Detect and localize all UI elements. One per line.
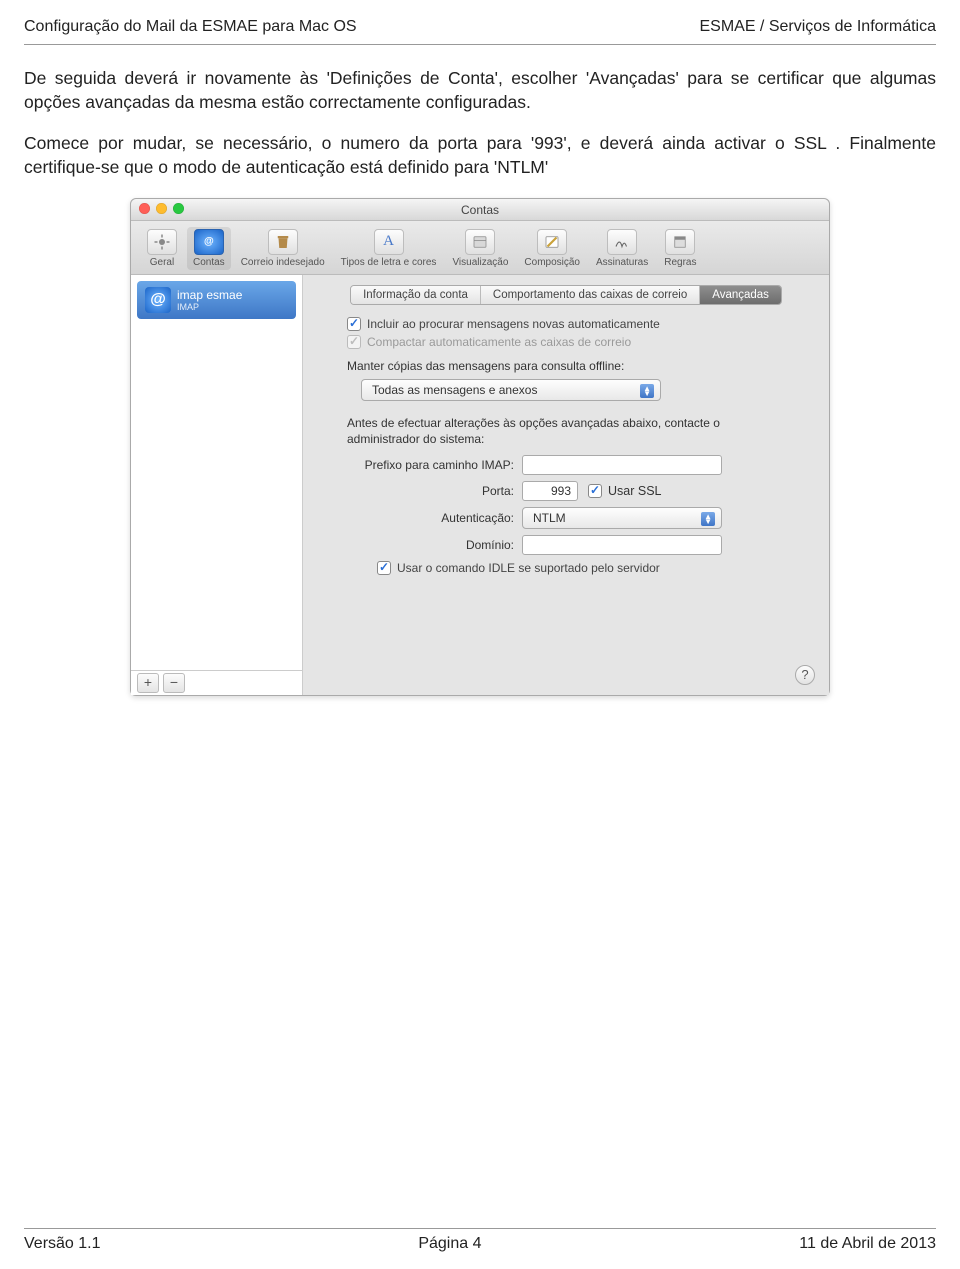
- gear-icon: [147, 229, 177, 255]
- accounts-sidebar: @ imap esmae IMAP + −: [131, 275, 303, 695]
- paragraph-2: Comece por mudar, se necessário, o numer…: [24, 132, 936, 179]
- toolbar-fonts[interactable]: A Tipos de letra e cores: [335, 227, 443, 270]
- doc-header-left: Configuração do Mail da ESMAE para Mac O…: [24, 18, 357, 36]
- tab-mailbox-behavior[interactable]: Comportamento das caixas de correio: [481, 286, 700, 304]
- checkbox-include-new[interactable]: [347, 317, 361, 331]
- checkbox-compact: [347, 335, 361, 349]
- account-tab-segment[interactable]: Informação da conta Comportamento das ca…: [350, 285, 782, 305]
- footer-date: 11 de Abril de 2013: [799, 1235, 936, 1253]
- imap-prefix-label: Prefixo para caminho IMAP:: [317, 458, 522, 472]
- window-titlebar: Contas: [131, 199, 829, 221]
- checkbox-compact-label: Compactar automaticamente as caixas de c…: [367, 335, 631, 349]
- account-type: IMAP: [177, 302, 242, 312]
- trash-icon: [268, 229, 298, 255]
- doc-header-right: ESMAE / Serviços de Informática: [699, 18, 936, 36]
- chevron-updown-icon: ▲▼: [643, 386, 651, 396]
- account-settings-pane: Informação da conta Comportamento das ca…: [303, 275, 829, 695]
- help-button[interactable]: ?: [795, 665, 815, 685]
- admin-note: Antes de efectuar alterações às opções a…: [347, 415, 785, 447]
- checkbox-idle[interactable]: [377, 561, 391, 575]
- checkbox-idle-label: Usar o comando IDLE se suportado pelo se…: [397, 561, 660, 575]
- traffic-lights[interactable]: [139, 203, 184, 214]
- toolbar-rules[interactable]: Regras: [658, 227, 702, 270]
- signature-icon: [607, 229, 637, 255]
- page-footer: Versão 1.1 Página 4 11 de Abril de 2013: [24, 1228, 936, 1253]
- tab-advanced[interactable]: Avançadas: [700, 286, 781, 304]
- keep-copies-label: Manter cópias das mensagens para consult…: [347, 359, 815, 373]
- toolbar-signatures[interactable]: Assinaturas: [590, 227, 654, 270]
- account-name: imap esmae: [177, 288, 242, 302]
- paragraph-1: De seguida deverá ir novamente às 'Defin…: [24, 67, 936, 114]
- window-title: Contas: [461, 203, 499, 217]
- domain-input[interactable]: [522, 535, 722, 555]
- toolbar-composing[interactable]: Composição: [518, 227, 586, 270]
- auth-label: Autenticação:: [317, 511, 522, 525]
- footer-page: Página 4: [418, 1235, 481, 1253]
- checkbox-ssl[interactable]: [588, 484, 602, 498]
- port-input[interactable]: [522, 481, 578, 501]
- domain-label: Domínio:: [317, 538, 522, 552]
- add-account-button[interactable]: +: [137, 673, 159, 693]
- zoom-icon[interactable]: [173, 203, 184, 214]
- font-icon: A: [374, 229, 404, 255]
- sidebar-account-imap[interactable]: @ imap esmae IMAP: [137, 281, 296, 319]
- at-icon: @: [194, 229, 224, 255]
- auth-popup[interactable]: NTLM ▲▼: [522, 507, 722, 529]
- keep-copies-popup[interactable]: Todas as mensagens e anexos ▲▼: [361, 379, 661, 401]
- toolbar-accounts[interactable]: @ Contas: [187, 227, 231, 270]
- compose-icon: [537, 229, 567, 255]
- remove-account-button[interactable]: −: [163, 673, 185, 693]
- footer-version: Versão 1.1: [24, 1235, 101, 1253]
- minimize-icon[interactable]: [156, 203, 167, 214]
- checkbox-ssl-label: Usar SSL: [608, 484, 662, 498]
- port-label: Porta:: [317, 484, 522, 498]
- toolbar-junk[interactable]: Correio indesejado: [235, 227, 331, 270]
- rules-icon: [665, 229, 695, 255]
- header-divider: [24, 44, 936, 45]
- tab-account-info[interactable]: Informação da conta: [351, 286, 481, 304]
- chevron-updown-icon: ▲▼: [704, 514, 712, 524]
- toolbar-general[interactable]: Geral: [141, 227, 183, 270]
- close-icon[interactable]: [139, 203, 150, 214]
- viewing-icon: [465, 229, 495, 255]
- checkbox-include-new-label: Incluir ao procurar mensagens novas auto…: [367, 317, 660, 331]
- imap-prefix-input[interactable]: [522, 455, 722, 475]
- at-icon: @: [145, 287, 171, 313]
- toolbar-viewing[interactable]: Visualização: [446, 227, 514, 270]
- prefs-toolbar: Geral @ Contas Correio indesejado A Tipo…: [131, 221, 829, 275]
- mac-preferences-window: Contas Geral @ Contas Correio indesejado…: [130, 198, 830, 696]
